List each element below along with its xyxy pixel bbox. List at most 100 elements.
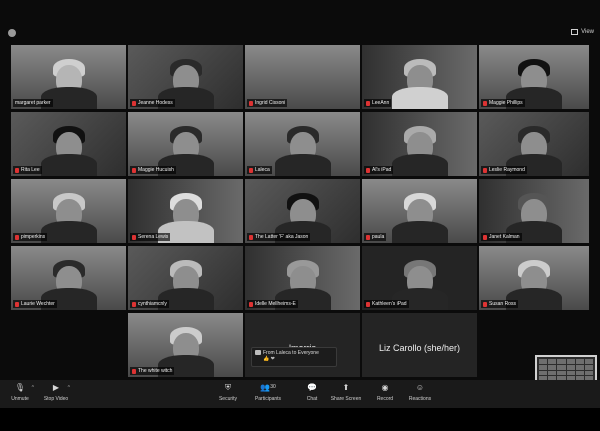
muted-mic-icon (132, 167, 136, 173)
participant-name: pimperkins (13, 233, 48, 241)
muted-mic-icon (132, 234, 136, 240)
participant-tile[interactable]: Susan Ross (479, 246, 589, 310)
record-icon: ◉ (381, 383, 389, 392)
participant-body (40, 221, 97, 243)
microphone-icon: 🎙 (14, 383, 26, 392)
participant-tile[interactable]: margaret parker (11, 45, 126, 109)
participant-name: Jeanne Hodess (130, 99, 175, 107)
participant-body (40, 154, 97, 176)
participant-name: Maggie Phillips (481, 99, 525, 107)
participant-name: Janet Kalman (481, 233, 522, 241)
muted-mic-icon (249, 301, 253, 307)
view-button[interactable]: View (571, 29, 594, 35)
participant-name: paula (364, 233, 387, 241)
participant-tile[interactable]: Kathleen's iPad (362, 246, 477, 310)
participant-tile[interactable]: LeeAnn (362, 45, 477, 109)
muted-mic-icon (15, 167, 19, 173)
muted-mic-icon (15, 234, 19, 240)
chevron-up-icon[interactable]: ^ (68, 385, 70, 391)
muted-mic-icon (15, 301, 19, 307)
chat-notification[interactable]: From Laleca to Everyone 👍 ❤ (251, 347, 337, 367)
participant-tile-no-video[interactable]: Liz Carollo (she/her) (362, 313, 477, 377)
participant-name: The Latter 'F' aka Jason (247, 233, 311, 241)
participant-tile[interactable]: cynthiamcnly (128, 246, 243, 310)
meeting-toolbar: 🎙 Unmute ^ ▶ Stop Video ^ ⛨ Security 👥 30… (0, 380, 600, 408)
security-button[interactable]: ⛨ Security (208, 383, 248, 402)
unmute-button[interactable]: 🎙 Unmute ^ (0, 383, 40, 402)
participant-name: margaret parker (13, 99, 53, 107)
record-button[interactable]: ◉ Record (365, 383, 405, 402)
participant-tile[interactable]: pimperkins (11, 179, 126, 243)
video-camera-icon: ▶ (52, 383, 60, 392)
unmute-label: Unmute (11, 396, 29, 402)
chat-bubble-icon (255, 350, 261, 356)
participant-name: Laurie Wechter (13, 300, 57, 308)
participants-count: 30 (270, 384, 276, 390)
muted-mic-icon (366, 301, 370, 307)
participant-name: Al's iPad (364, 166, 394, 174)
muted-mic-icon (483, 301, 487, 307)
muted-mic-icon (483, 167, 487, 173)
share-screen-button[interactable]: ⬆ Share Screen (326, 383, 366, 402)
participant-tile[interactable]: Maggie Phillips (479, 45, 589, 109)
share-screen-icon: ⬆ (342, 383, 350, 392)
participant-name-large: Liz Carollo (she/her) (378, 343, 461, 353)
view-label: View (581, 29, 594, 35)
participant-name: Maggie Hucuish (130, 166, 176, 174)
chat-reactions: 👍 ❤ (263, 356, 275, 362)
shield-icon[interactable] (8, 29, 16, 37)
participant-tile[interactable]: Rita Lee (11, 112, 126, 176)
participant-tile[interactable]: Idelle Mellheims-E (245, 246, 360, 310)
participants-icon: 👥 30 (260, 383, 276, 392)
participant-tile[interactable]: Laurie Wechter (11, 246, 126, 310)
participant-tile[interactable]: Ingrid Cissoni (245, 45, 360, 109)
participant-name: Leslie Raymond (481, 166, 527, 174)
participant-body (391, 221, 448, 243)
participant-name: Laleca (247, 166, 272, 174)
participant-tile[interactable]: The white witch (128, 313, 243, 377)
participant-body (391, 87, 448, 109)
participant-tile-no-video[interactable]: lmorris (245, 313, 360, 377)
participant-tile[interactable]: Leslie Raymond (479, 112, 589, 176)
participant-tile[interactable]: Maggie Hucuish (128, 112, 243, 176)
record-label: Record (376, 396, 394, 402)
participant-tile[interactable]: Serena Lewis (128, 179, 243, 243)
stop-video-label: Stop Video (43, 396, 69, 402)
grid-icon (571, 29, 579, 35)
participant-name: Kathleen's iPad (364, 300, 409, 308)
participant-name: Susan Ross (481, 300, 518, 308)
stop-video-button[interactable]: ▶ Stop Video ^ (36, 383, 76, 402)
chat-bubble-icon: 💬 (307, 383, 317, 392)
smiley-plus-icon: ☺ (415, 383, 425, 392)
muted-mic-icon (483, 234, 487, 240)
participant-name: LeeAnn (364, 99, 392, 107)
participant-body (391, 154, 448, 176)
muted-mic-icon (366, 234, 370, 240)
participant-name: Rita Lee (13, 166, 42, 174)
participant-tile[interactable]: Al's iPad (362, 112, 477, 176)
reactions-button[interactable]: ☺ Reactions (400, 383, 440, 402)
participant-name: The white witch (130, 367, 175, 375)
security-label: Security (218, 396, 238, 402)
muted-mic-icon (132, 100, 136, 106)
chat-label: Chat (306, 396, 318, 402)
participant-tile[interactable]: paula (362, 179, 477, 243)
participants-button[interactable]: 👥 30 Participants (248, 383, 288, 402)
muted-mic-icon (483, 100, 487, 106)
shield-icon: ⛨ (225, 383, 231, 392)
reactions-label: Reactions (408, 396, 432, 402)
meeting-top-bar: View (0, 0, 600, 40)
participant-tile[interactable]: Laleca (245, 112, 360, 176)
participant-tile[interactable]: Jeanne Hodess (128, 45, 243, 109)
bottom-padding (0, 408, 600, 431)
participant-tile[interactable]: Janet Kalman (479, 179, 589, 243)
participant-name: Ingrid Cissoni (247, 99, 288, 107)
chevron-up-icon[interactable]: ^ (32, 385, 34, 391)
participant-name: Serena Lewis (130, 233, 171, 241)
muted-mic-icon (132, 301, 136, 307)
participant-name: Idelle Mellheims-E (247, 300, 298, 308)
muted-mic-icon (132, 368, 136, 374)
participant-tile[interactable]: The Latter 'F' aka Jason (245, 179, 360, 243)
muted-mic-icon (249, 100, 253, 106)
participant-body (274, 154, 331, 176)
